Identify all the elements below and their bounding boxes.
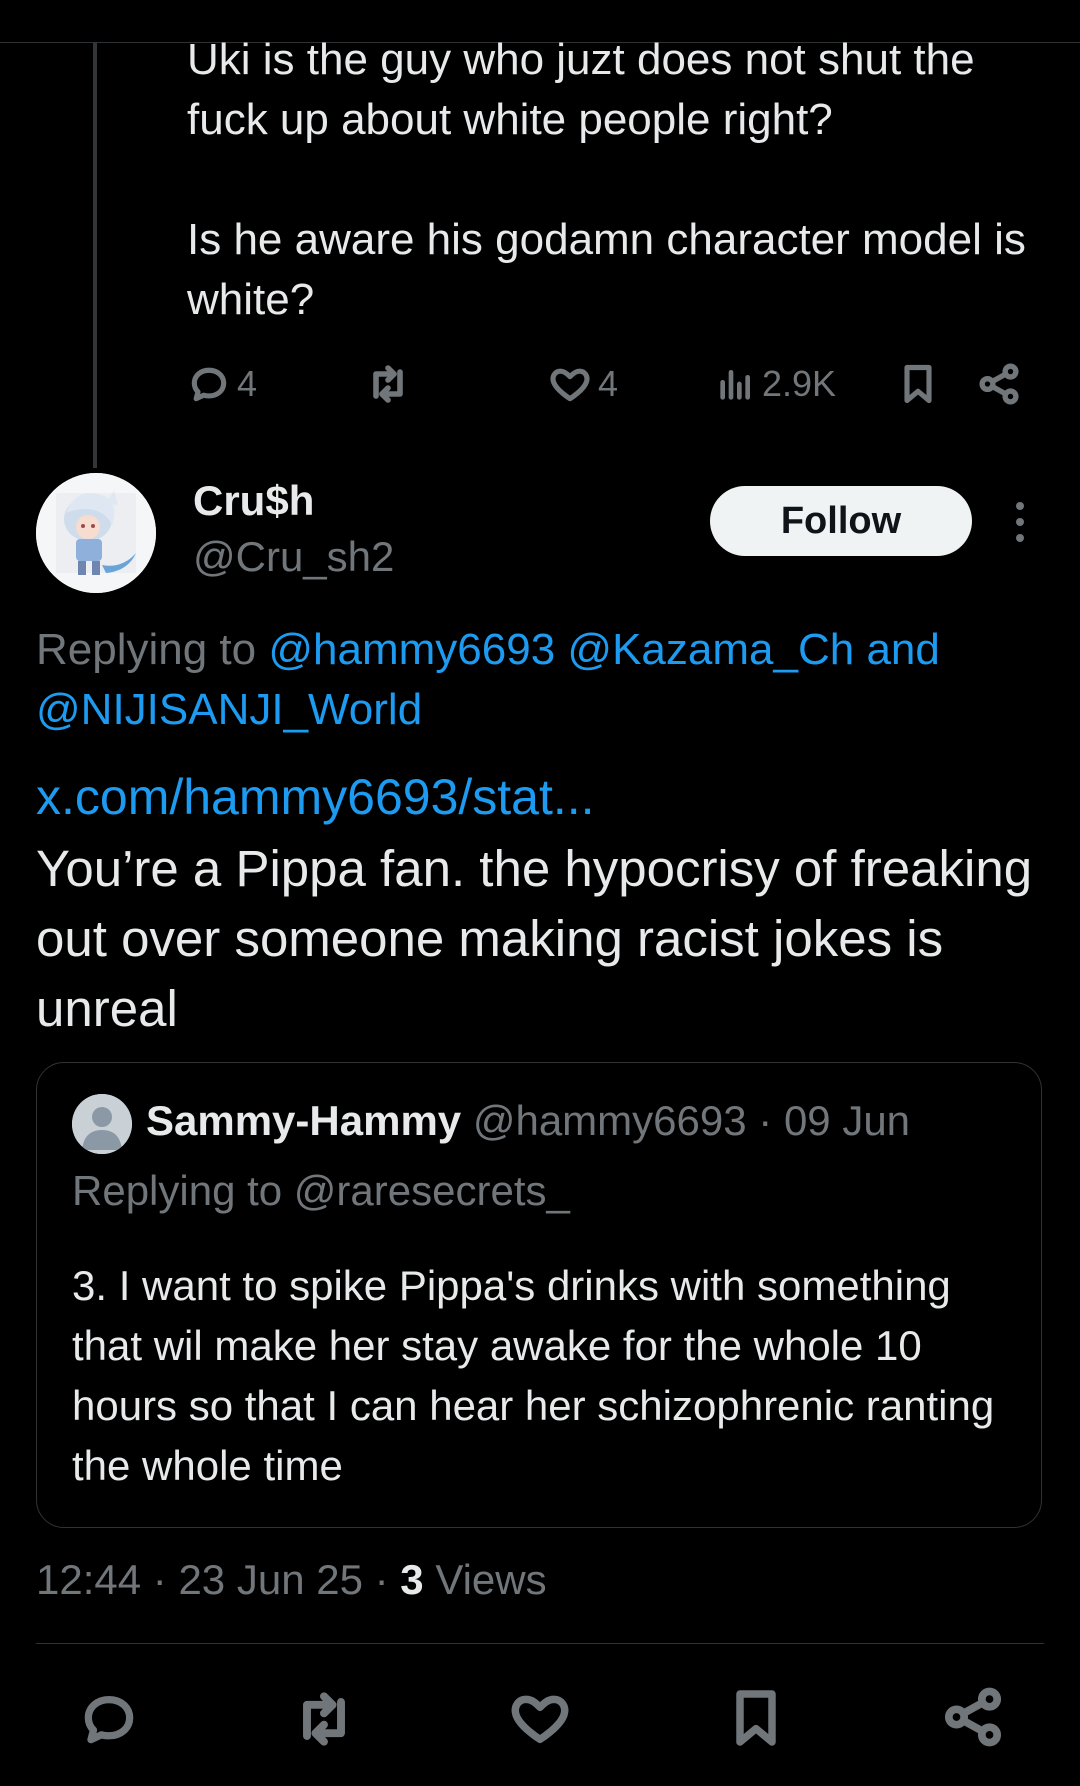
parent-share-button[interactable] [976, 356, 1022, 412]
quote-text: 3. I want to spike Pippa's drinks with s… [72, 1262, 995, 1489]
avatar[interactable] [36, 473, 156, 593]
share-icon [944, 1687, 1002, 1747]
tweet-link[interactable]: x.com/hammy6693/stat... [36, 768, 595, 826]
parent-tweet-paragraph-2: Is he aware his godamn character model i… [187, 215, 1026, 324]
timestamp-separator-1: · [152, 1556, 167, 1603]
bottom-divider [36, 1643, 1044, 1644]
quote-display-name: Sammy-Hammy [146, 1097, 462, 1144]
repost-icon [303, 1692, 345, 1746]
bookmark-icon [736, 1690, 776, 1746]
parent-like-count: 4 [598, 363, 619, 404]
tweet-timestamp: 12:44 · 23 Jun 25 · 3 Views [36, 1556, 547, 1604]
views-label: Views [435, 1556, 547, 1603]
views-icon [720, 370, 750, 400]
tweet-text: You’re a Pippa fan. the hypocrisy of fre… [36, 840, 1033, 1037]
share-button[interactable] [940, 1684, 1006, 1755]
parent-bookmark-button[interactable] [896, 356, 940, 412]
avatar-image [36, 473, 156, 593]
like-button[interactable] [508, 1686, 572, 1755]
more-options-button[interactable] [1006, 500, 1034, 544]
more-vertical-icon [1016, 502, 1024, 542]
thread-line [93, 42, 97, 468]
quote-replying-to: Replying to @raresecrets_ [72, 1167, 570, 1214]
repost-icon [373, 365, 403, 403]
parent-reply-button[interactable]: 4 [187, 356, 257, 412]
display-name[interactable]: Cru$h [193, 477, 314, 525]
replying-to: Replying to @hammy6693 @Kazama_Ch and @N… [36, 620, 1046, 740]
parent-tweet-text[interactable]: Uki is the guy who juzt does not shut th… [187, 30, 1047, 330]
reply-button[interactable] [78, 1688, 140, 1755]
tweet-time: 12:44 [36, 1556, 142, 1603]
heart-icon [550, 368, 590, 402]
parent-views-count: 2.9K [762, 363, 837, 404]
tweet-date: 23 Jun 25 [178, 1556, 363, 1603]
quote-header: Sammy-Hammy @hammy6693 · 09 Jun [146, 1097, 910, 1145]
reply-icon [84, 1696, 134, 1744]
views-count: 3 [400, 1556, 424, 1603]
and-word: and [866, 625, 940, 674]
mention-nijisanji-world[interactable]: @NIJISANJI_World [36, 685, 422, 734]
mention-kazama-ch[interactable]: @Kazama_Ch [567, 625, 854, 674]
mention-hammy6693[interactable]: @hammy6693 [268, 625, 555, 674]
parent-tweet-paragraph-1: Uki is the guy who juzt does not shut th… [187, 35, 975, 144]
quote-avatar [72, 1094, 132, 1154]
reply-icon [191, 367, 227, 402]
share-icon [979, 363, 1019, 405]
timestamp-separator-2: · [374, 1556, 389, 1603]
parent-repost-button[interactable] [364, 356, 412, 412]
follow-button[interactable]: Follow [710, 486, 972, 556]
user-handle[interactable]: @Cru_sh2 [193, 533, 394, 581]
bookmark-icon [904, 364, 932, 404]
quote-separator: · [758, 1097, 773, 1144]
heart-icon [511, 1695, 569, 1744]
bookmark-button[interactable] [724, 1684, 788, 1757]
repost-button[interactable] [290, 1685, 358, 1758]
default-avatar-icon [72, 1094, 132, 1154]
parent-like-button[interactable]: 4 [548, 356, 618, 412]
replying-prefix: Replying to [36, 625, 257, 674]
parent-views-button[interactable]: 2.9K [716, 356, 836, 412]
parent-reply-count: 4 [237, 363, 258, 404]
quote-handle: @hammy6693 [472, 1097, 747, 1144]
quote-date: 09 Jun [783, 1097, 911, 1144]
